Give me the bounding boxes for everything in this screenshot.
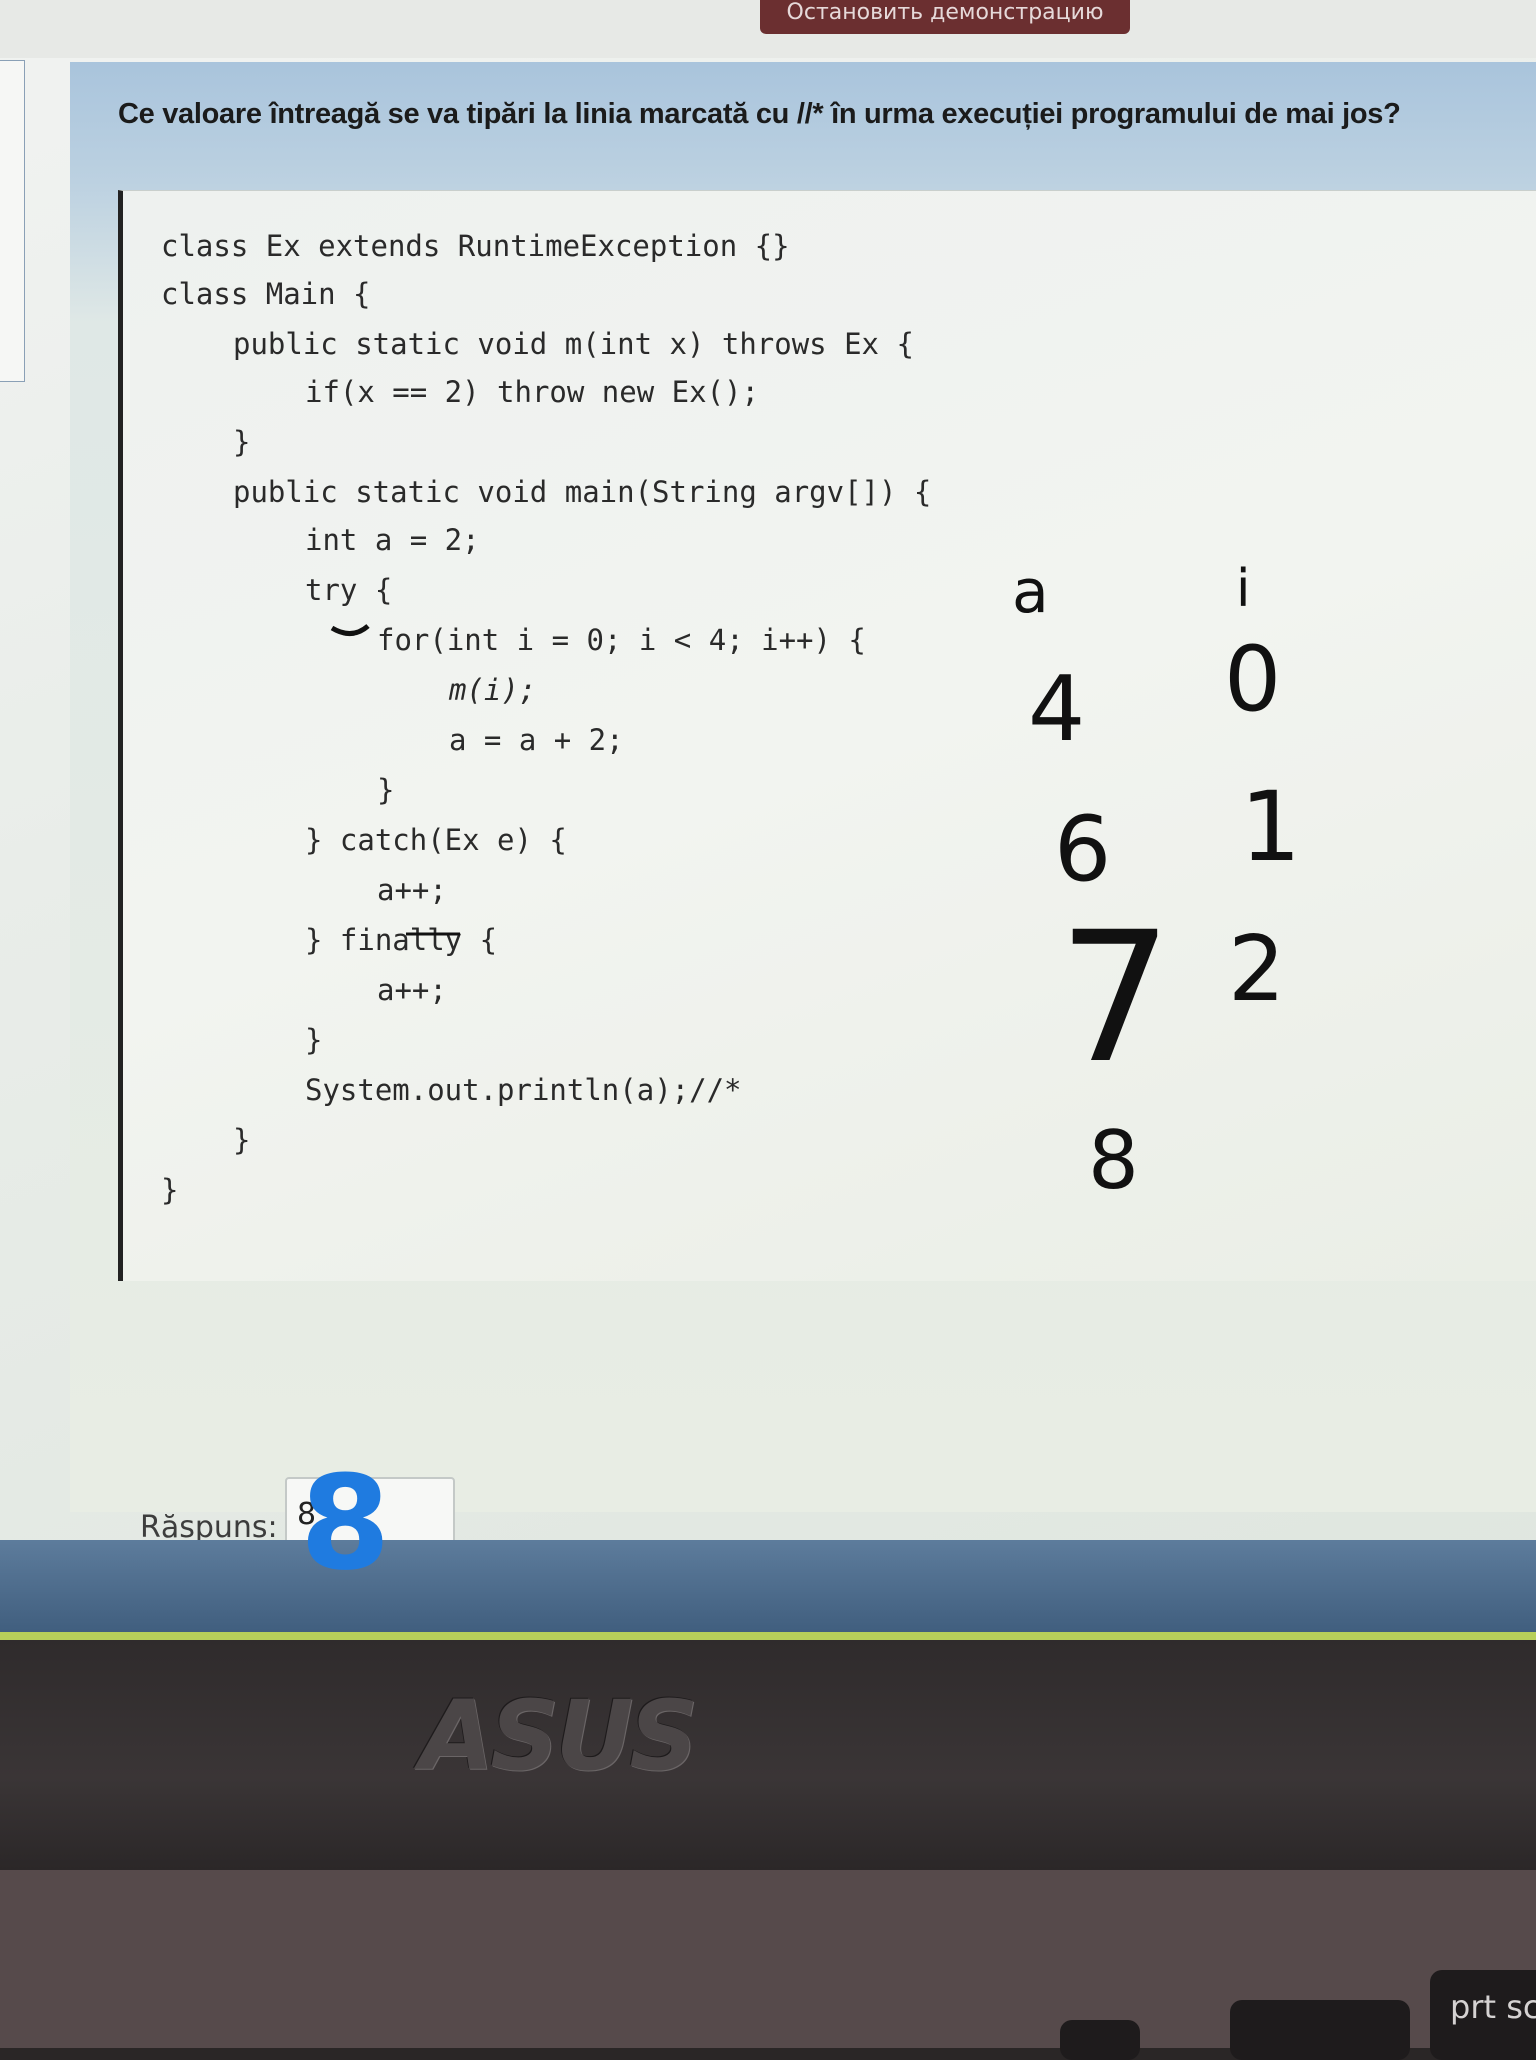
- note-a-value: 7: [1058, 894, 1173, 1103]
- ink-answer: 8: [300, 1447, 390, 1599]
- keyboard-key: [1060, 2020, 1140, 2060]
- ink-underline-try: [330, 624, 370, 636]
- key-print-screen: prt sc: [1430, 1970, 1536, 2060]
- laptop-bezel: [0, 1640, 1536, 1870]
- ink-column-i: i 0 1 2: [1224, 559, 1301, 1022]
- note-i-header: i: [1236, 559, 1250, 619]
- ink-column-a: a 4 6 7 8: [1012, 557, 1173, 1207]
- keyboard-key: [1230, 2000, 1410, 2060]
- keyboard: prt sc: [0, 1870, 1536, 2060]
- note-i-value: 0: [1224, 627, 1281, 732]
- screen: Остановить демонстрацию Ce valoare între…: [0, 0, 1536, 1640]
- note-a-value: 4: [1028, 657, 1085, 762]
- note-a-header: a: [1012, 557, 1049, 627]
- handwritten-notes: a 4 6 7 8 i 0 1 2 8: [300, 557, 1301, 1599]
- note-a-value: 6: [1054, 797, 1111, 902]
- note-i-value: 2: [1228, 917, 1285, 1022]
- laptop-brand-logo: ASUS: [420, 1680, 699, 1792]
- note-i-value: 1: [1240, 771, 1301, 883]
- note-a-value: 8: [1088, 1114, 1139, 1207]
